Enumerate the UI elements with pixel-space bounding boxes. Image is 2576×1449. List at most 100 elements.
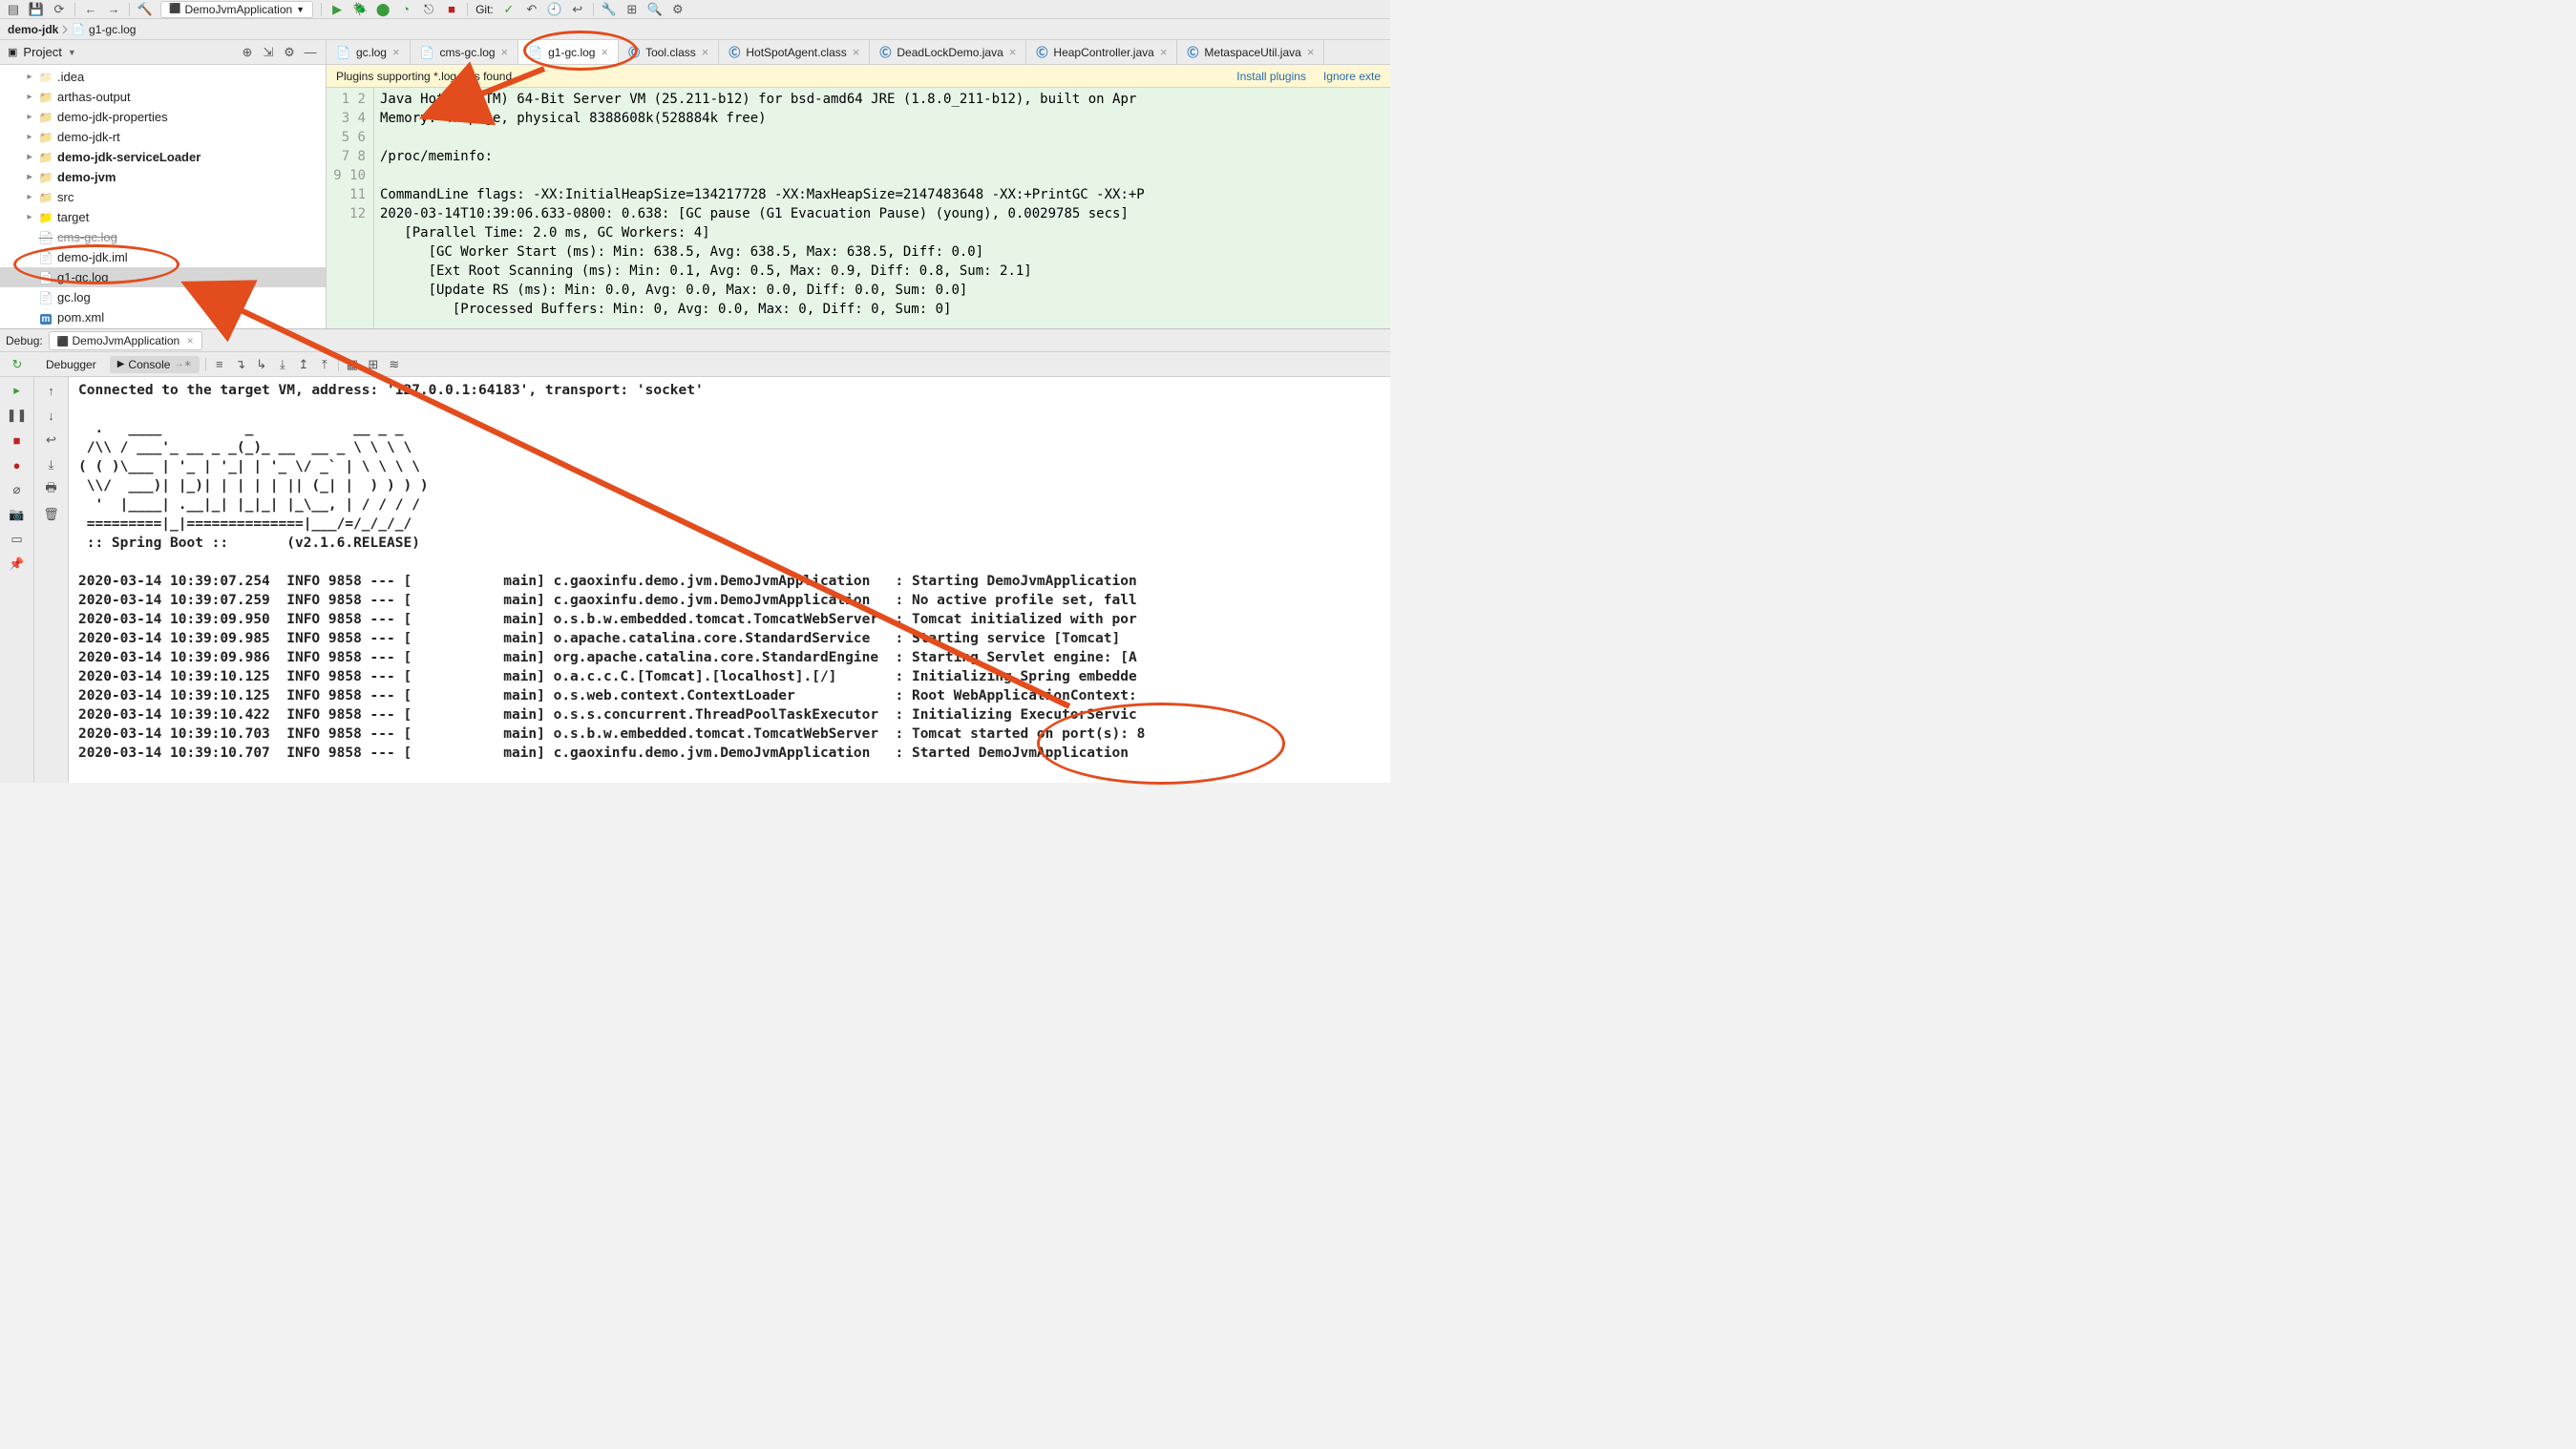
project-tree[interactable]: ▸.idea▸arthas-output▸demo-jdk-properties… bbox=[0, 65, 326, 328]
tree-item[interactable]: ▸arthas-output bbox=[0, 87, 326, 107]
rerun-icon[interactable]: ↻ bbox=[10, 357, 25, 372]
expand-arrow-icon[interactable]: ▸ bbox=[25, 172, 34, 182]
tree-item[interactable]: demo-jdk.iml bbox=[0, 247, 326, 267]
close-icon[interactable]: × bbox=[1160, 45, 1168, 59]
tree-item[interactable]: ▸demo-jdk-properties bbox=[0, 107, 326, 127]
code-content[interactable]: Java HotSpot(TM) 64-Bit Server VM (25.21… bbox=[374, 88, 1390, 328]
view-breakpoints-icon[interactable]: ● bbox=[10, 457, 25, 472]
ignore-extension-link[interactable]: Ignore exte bbox=[1323, 70, 1381, 83]
run-icon[interactable]: ▶ bbox=[329, 2, 345, 17]
collapse-icon[interactable]: ⇲ bbox=[261, 45, 276, 60]
trace-icon[interactable]: ⊞ bbox=[366, 357, 381, 372]
console-output[interactable]: Connected to the target VM, address: '12… bbox=[69, 377, 1390, 783]
chevron-down-icon[interactable]: ▼ bbox=[68, 48, 76, 57]
tree-item[interactable]: ▸.idea bbox=[0, 67, 326, 87]
close-icon[interactable]: × bbox=[1307, 45, 1315, 59]
print-icon[interactable]: 🖶 bbox=[44, 482, 59, 497]
pin-icon[interactable]: →∗ bbox=[174, 359, 191, 369]
search-icon[interactable]: 🔍 bbox=[647, 2, 663, 17]
close-icon[interactable]: × bbox=[702, 45, 709, 59]
hide-icon[interactable]: — bbox=[303, 45, 318, 60]
locate-icon[interactable]: ⊕ bbox=[240, 45, 255, 60]
branch-icon[interactable]: 🔧 bbox=[602, 2, 617, 17]
structure-icon[interactable]: ⊞ bbox=[624, 2, 640, 17]
debug-icon[interactable]: 🪲 bbox=[352, 2, 368, 17]
step-out-icon[interactable]: ↳ bbox=[254, 357, 269, 372]
editor-tab[interactable]: 📄g1-gc.log× bbox=[518, 40, 619, 64]
close-icon[interactable]: × bbox=[501, 45, 509, 59]
resume-icon[interactable]: ▸ bbox=[10, 383, 25, 398]
debugger-tab[interactable]: Debugger bbox=[38, 356, 104, 373]
step-over-icon[interactable]: ≡ bbox=[212, 357, 227, 372]
editor-tab[interactable]: ⒸMetaspaceUtil.java× bbox=[1177, 40, 1324, 64]
layout-icon[interactable]: ▭ bbox=[10, 532, 25, 547]
editor-tab[interactable]: ⒸTool.class× bbox=[619, 40, 719, 64]
console-tab[interactable]: ▶ Console →∗ bbox=[110, 356, 200, 373]
close-icon[interactable]: × bbox=[1009, 45, 1017, 59]
up-icon[interactable]: ↑ bbox=[44, 383, 59, 398]
tree-item[interactable]: ▸demo-jdk-serviceLoader bbox=[0, 147, 326, 167]
expand-arrow-icon[interactable]: ▸ bbox=[25, 192, 34, 202]
profile-icon[interactable]: ◔ bbox=[398, 2, 413, 17]
tree-item[interactable]: pom.xml bbox=[0, 307, 326, 327]
tree-item[interactable]: gc.log bbox=[0, 287, 326, 307]
close-icon[interactable]: × bbox=[853, 45, 860, 59]
expand-arrow-icon[interactable]: ▸ bbox=[25, 212, 34, 222]
attach-icon[interactable]: ⎋ bbox=[421, 2, 436, 17]
close-icon[interactable]: × bbox=[187, 334, 194, 347]
git-history-icon[interactable]: 🕘 bbox=[547, 2, 562, 17]
settings-icon[interactable]: ⚙ bbox=[282, 45, 297, 60]
scroll-end-icon[interactable]: ⤓ bbox=[44, 457, 59, 472]
code-editor[interactable]: 1 2 3 4 5 6 7 8 9 10 11 12 Java HotSpot(… bbox=[327, 88, 1390, 328]
editor-tab[interactable]: ⒸDeadLockDemo.java× bbox=[870, 40, 1026, 64]
expand-arrow-icon[interactable]: ▸ bbox=[25, 132, 34, 142]
git-commit-icon[interactable]: ↶ bbox=[524, 2, 539, 17]
open-icon[interactable]: ▤ bbox=[6, 2, 21, 17]
close-icon[interactable]: × bbox=[601, 45, 608, 59]
tree-item[interactable]: ▸demo-jvm bbox=[0, 167, 326, 187]
tree-item[interactable]: ▸demo-jdk-rt bbox=[0, 127, 326, 147]
editor-tab[interactable]: ⒸHotSpotAgent.class× bbox=[719, 40, 870, 64]
editor-tab[interactable]: 📄cms-gc.log× bbox=[411, 40, 519, 64]
tree-item[interactable]: ▸src bbox=[0, 187, 326, 207]
coverage-icon[interactable]: ⬤ bbox=[375, 2, 391, 17]
build-icon[interactable]: 🔨 bbox=[137, 2, 153, 17]
camera-icon[interactable]: 📷 bbox=[10, 507, 25, 522]
debug-run-tab[interactable]: ⬛ DemoJvmApplication × bbox=[49, 331, 202, 350]
pin-icon[interactable]: 📌 bbox=[10, 556, 25, 572]
more-icon[interactable]: ≋ bbox=[387, 357, 402, 372]
project-dropdown-icon[interactable]: ▣ bbox=[8, 46, 17, 58]
expand-arrow-icon[interactable]: ▸ bbox=[25, 112, 34, 122]
back-icon[interactable]: ← bbox=[83, 2, 98, 17]
crumb-file[interactable]: g1-gc.log bbox=[89, 23, 136, 36]
close-icon[interactable]: × bbox=[392, 45, 400, 59]
tree-item[interactable]: g1-gc.log bbox=[0, 267, 326, 287]
forward-icon[interactable]: → bbox=[106, 2, 121, 17]
tree-item[interactable]: ▸target bbox=[0, 207, 326, 227]
settings-icon[interactable]: ⚙ bbox=[670, 2, 686, 17]
expand-arrow-icon[interactable]: ▸ bbox=[25, 72, 34, 82]
drop-frame-icon[interactable]: ⤒ bbox=[317, 357, 332, 372]
down-icon[interactable]: ↓ bbox=[44, 408, 59, 423]
expand-arrow-icon[interactable]: ▸ bbox=[25, 92, 34, 102]
expand-arrow-icon[interactable]: ▸ bbox=[25, 152, 34, 162]
project-title[interactable]: Project bbox=[23, 45, 61, 59]
force-step-icon[interactable]: ⤓ bbox=[275, 357, 290, 372]
step-into-icon[interactable]: ↴ bbox=[233, 357, 248, 372]
evaluate-icon[interactable]: ▦ bbox=[345, 357, 360, 372]
editor-tab[interactable]: ⒸHeapController.java× bbox=[1026, 40, 1177, 64]
install-plugins-link[interactable]: Install plugins bbox=[1236, 70, 1306, 83]
stop-icon[interactable]: ■ bbox=[444, 2, 459, 17]
git-revert-icon[interactable]: ↩ bbox=[570, 2, 585, 17]
save-icon[interactable]: 💾 bbox=[29, 2, 44, 17]
mute-breakpoints-icon[interactable]: ⌀ bbox=[10, 482, 25, 497]
run-to-cursor-icon[interactable]: ↥ bbox=[296, 357, 311, 372]
crumb-project[interactable]: demo-jdk bbox=[8, 23, 58, 36]
tree-item[interactable]: cms-gc.log bbox=[0, 227, 326, 247]
stop-icon[interactable]: ■ bbox=[10, 432, 25, 448]
refresh-icon[interactable]: ⟳ bbox=[52, 2, 67, 17]
editor-tab[interactable]: 📄gc.log× bbox=[327, 40, 411, 64]
soft-wrap-icon[interactable]: ↩ bbox=[44, 432, 59, 448]
clear-icon[interactable]: 🗑 bbox=[44, 507, 59, 522]
run-config-select[interactable]: ⬛ DemoJvmApplication ▼ bbox=[160, 1, 313, 18]
